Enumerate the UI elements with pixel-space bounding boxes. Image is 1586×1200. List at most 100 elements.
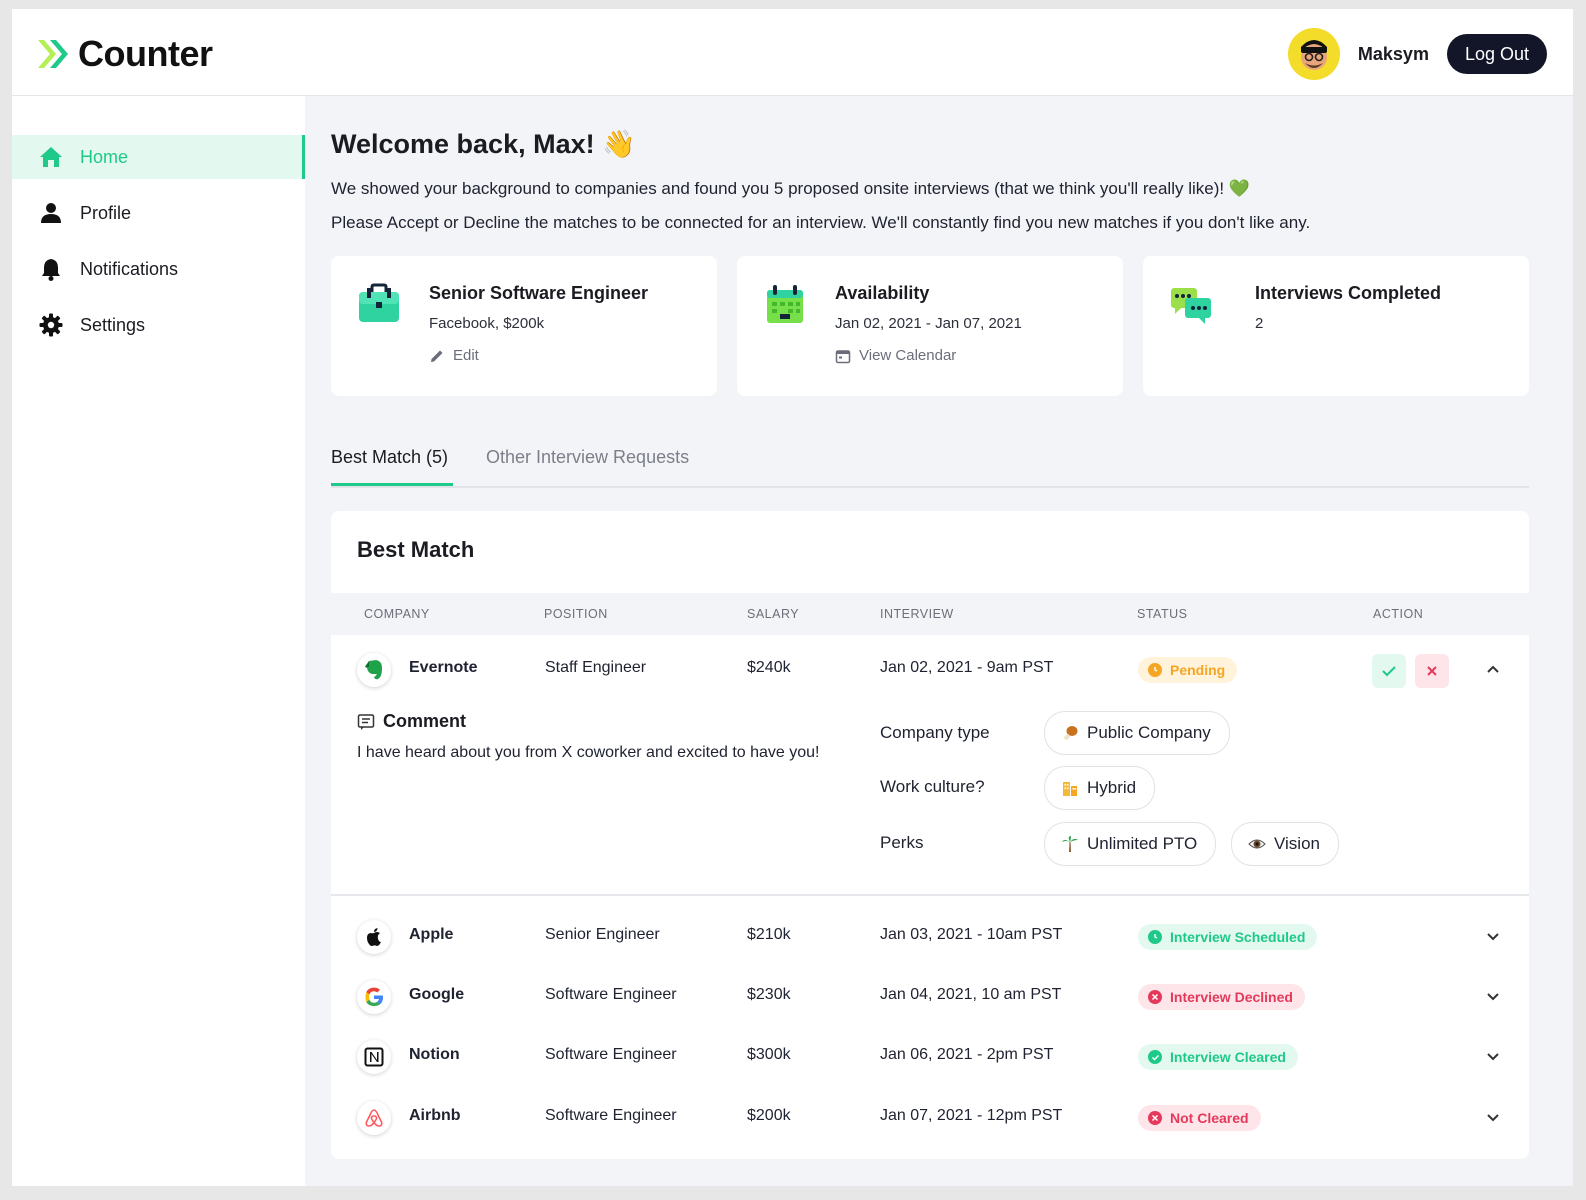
company-type-label: Company type <box>880 723 990 742</box>
intro-text-1: We showed your background to companies a… <box>331 179 1250 198</box>
brand-logo[interactable]: Counter <box>36 33 213 75</box>
status-badge: Interview Scheduled <box>1138 924 1318 950</box>
view-calendar-label: View Calendar <box>859 347 957 364</box>
status-label: Pending <box>1170 662 1226 678</box>
column-header: COMPANY <box>364 607 430 621</box>
avatar[interactable] <box>1287 28 1340 80</box>
chat-bubbles-icon <box>1169 282 1213 331</box>
company-name: Evernote <box>409 659 478 676</box>
chevron-up-icon[interactable] <box>1481 657 1505 681</box>
gear-icon <box>38 312 64 338</box>
work-culture-label: Work culture? <box>880 777 985 796</box>
table-row[interactable]: Google Software Engineer $230k Jan 04, 2… <box>331 966 1529 1026</box>
work-culture-value: Hybrid <box>1087 778 1137 797</box>
accept-button[interactable] <box>1372 654 1406 688</box>
check-circle-icon <box>1148 1050 1162 1064</box>
close-icon <box>1427 666 1437 676</box>
tab-best-match[interactable]: Best Match (5) <box>331 447 448 468</box>
table-row[interactable]: Airbnb Software Engineer $200k Jan 07, 2… <box>331 1087 1529 1147</box>
card-title: Availability <box>835 283 930 303</box>
status-label: Interview Cleared <box>1170 1049 1286 1065</box>
home-icon <box>38 144 64 170</box>
table-row[interactable]: Notion Software Engineer $300k Jan 06, 2… <box>331 1026 1529 1086</box>
position: Software Engineer <box>545 1046 677 1063</box>
user-icon <box>38 200 64 226</box>
view-calendar-link[interactable]: View Calendar <box>835 347 956 364</box>
calendar-icon <box>763 282 807 331</box>
buildings-icon <box>1063 782 1077 796</box>
user-menu: Maksym Log Out <box>1287 28 1547 80</box>
sidebar: Home Profile Notifications Settings <box>12 96 305 1186</box>
chevron-down-icon[interactable] <box>1481 1044 1505 1068</box>
interview-time: Jan 03, 2021 - 10am PST <box>880 926 1063 943</box>
column-header: STATUS <box>1137 607 1188 621</box>
chevron-down-icon[interactable] <box>1481 924 1505 948</box>
tab-other-interview-requests[interactable]: Other Interview Requests <box>486 447 689 468</box>
sidebar-item-home[interactable]: Home <box>12 135 305 179</box>
position: Software Engineer <box>545 1107 677 1124</box>
chevron-down-icon[interactable] <box>1481 984 1505 1008</box>
card-title: Interviews Completed <box>1255 283 1442 303</box>
interview-time: Jan 06, 2021 - 2pm PST <box>880 1046 1054 1063</box>
salary: $200k <box>747 1107 791 1124</box>
page-title: Welcome back, Max! 👋 <box>331 129 636 159</box>
card-subtitle: 2 <box>1255 315 1264 332</box>
column-header: INTERVIEW <box>880 607 954 621</box>
salary: $230k <box>747 986 791 1003</box>
card-interviews-completed: Interviews Completed 2 <box>1143 256 1529 396</box>
table-row[interactable]: Apple Senior Engineer $210k Jan 03, 2021… <box>331 906 1529 966</box>
top-header: Counter Maksym Log Out <box>12 9 1573 96</box>
table-header: COMPANY POSITION SALARY INTERVIEW STATUS… <box>331 593 1529 635</box>
perk-label: Vision <box>1274 834 1320 853</box>
active-tab-indicator <box>331 483 453 486</box>
evernote-logo-icon <box>357 653 391 687</box>
clock-icon <box>1148 663 1162 677</box>
app-window: Counter Maksym Log Out Home Profile Noti… <box>12 9 1573 1186</box>
panel-title: Best Match <box>357 537 475 562</box>
position: Senior Engineer <box>545 926 660 943</box>
perk-chip: Unlimited PTO <box>1044 822 1217 866</box>
comment-text: I have heard about you from X coworker a… <box>357 744 820 761</box>
perk-label: Unlimited PTO <box>1087 834 1198 853</box>
status-badge: Not Cleared <box>1138 1105 1261 1131</box>
intro-text-2: Please Accept or Decline the matches to … <box>331 213 1311 232</box>
edit-link-label: Edit <box>453 347 479 364</box>
sidebar-item-label: Notifications <box>80 258 179 279</box>
decline-button[interactable] <box>1415 654 1449 688</box>
palm-tree-icon <box>1062 836 1078 852</box>
perks-label: Perks <box>880 833 924 852</box>
salary: $240k <box>747 659 791 676</box>
card-subtitle: Facebook, $200k <box>429 315 545 332</box>
sidebar-item-settings[interactable]: Settings <box>12 303 305 347</box>
x-circle-icon <box>1148 1111 1162 1125</box>
interview-time: Jan 04, 2021, 10 am PST <box>880 986 1062 1003</box>
comment-icon <box>357 713 375 730</box>
drumstick-icon <box>1064 726 1078 740</box>
edit-link[interactable]: Edit <box>429 347 479 364</box>
interview-time: Jan 02, 2021 - 9am PST <box>880 659 1054 676</box>
status-label: Interview Scheduled <box>1170 929 1306 945</box>
work-culture-chip: Hybrid <box>1044 766 1156 810</box>
salary: $210k <box>747 926 791 943</box>
clock-icon <box>1148 930 1162 944</box>
perk-chip: Vision <box>1231 822 1339 866</box>
card-role: Senior Software Engineer Facebook, $200k… <box>331 256 717 396</box>
status-label: Not Cleared <box>1170 1110 1249 1126</box>
column-header: POSITION <box>544 607 608 621</box>
sidebar-item-notifications[interactable]: Notifications <box>12 247 305 291</box>
airbnb-logo-icon <box>357 1101 391 1135</box>
eye-icon <box>1248 839 1266 849</box>
card-availability: Availability Jan 02, 2021 - Jan 07, 2021… <box>737 256 1123 396</box>
comment-title: Comment <box>383 711 467 731</box>
table-row[interactable]: Evernote Staff Engineer $240k Jan 02, 20… <box>331 639 1529 699</box>
company-name: Apple <box>409 926 454 943</box>
chevron-down-icon[interactable] <box>1481 1105 1505 1129</box>
position: Software Engineer <box>545 986 677 1003</box>
logout-button[interactable]: Log Out <box>1446 34 1547 74</box>
card-title: Senior Software Engineer <box>429 283 649 303</box>
comment-heading: Comment <box>357 711 466 732</box>
sidebar-item-label: Home <box>80 146 129 167</box>
sidebar-item-profile[interactable]: Profile <box>12 191 305 235</box>
interview-time: Jan 07, 2021 - 12pm PST <box>880 1107 1063 1124</box>
column-header: ACTION <box>1373 607 1424 621</box>
